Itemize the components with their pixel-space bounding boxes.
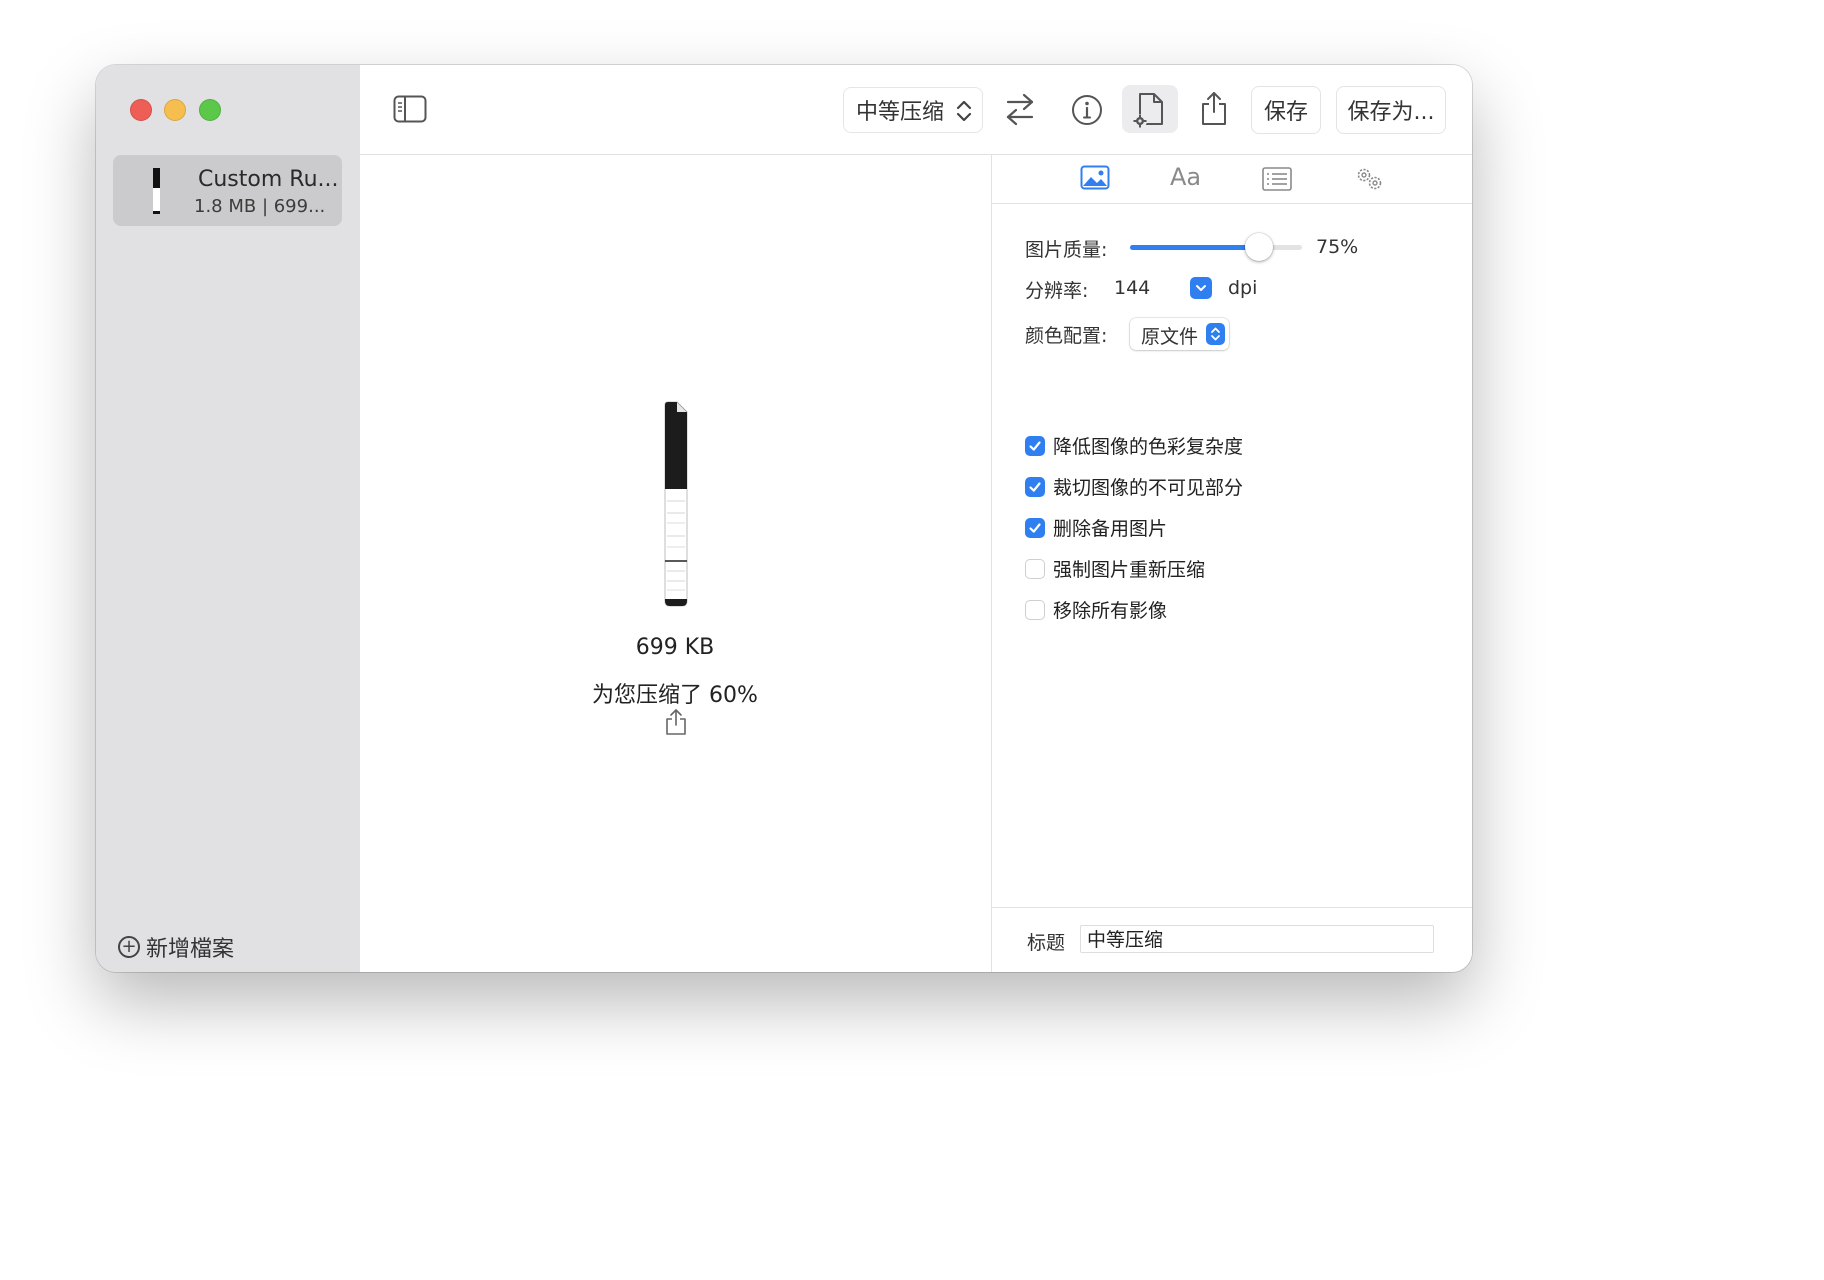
resolution-field[interactable]: 144	[1114, 277, 1150, 299]
preset-label: 中等压缩	[856, 100, 945, 125]
option-force-recompress[interactable]: 强制图片重新压缩	[1025, 555, 1205, 582]
checkbox[interactable]	[1025, 599, 1045, 620]
option-delete-alternate-images[interactable]: 删除备用图片	[1025, 514, 1167, 541]
document-gear-icon	[1130, 90, 1170, 134]
color-profile-value: 原文件	[1141, 326, 1199, 348]
option-label: 移除所有影像	[1053, 600, 1168, 622]
file-name: Custom Ru...	[198, 167, 339, 192]
image-quality-slider[interactable]	[1130, 233, 1302, 261]
inspector-tabs: Aa	[992, 155, 1472, 204]
resolution-unit: dpi	[1228, 277, 1258, 299]
checkmark-icon	[1029, 522, 1041, 533]
slider-fill	[1130, 245, 1259, 250]
image-quality-label: 图片质量:	[1025, 239, 1108, 261]
option-label: 降低图像的色彩复杂度	[1053, 436, 1244, 458]
slider-knob[interactable]	[1245, 233, 1273, 261]
share-icon[interactable]	[1200, 90, 1228, 130]
text-list-icon	[1262, 167, 1292, 191]
checkbox[interactable]	[1025, 558, 1045, 579]
checkbox[interactable]	[1025, 435, 1045, 456]
checkmark-icon	[1029, 481, 1041, 492]
document-preview	[664, 401, 688, 607]
compression-saving-text: 为您压缩了 60%	[592, 683, 758, 708]
save-as-button[interactable]: 保存为...	[1336, 86, 1446, 134]
document-thumbnail-icon	[152, 168, 160, 214]
inspector-panel: Aa 图片质量: 75% 分辨率: 144 dpi 颜色配置: 原文件 降低图像…	[991, 155, 1472, 972]
tab-advanced[interactable]	[1354, 166, 1384, 196]
compressed-size: 699 KB	[635, 635, 715, 660]
up-down-chevron-icon	[1206, 323, 1225, 345]
save-button[interactable]: 保存	[1251, 86, 1321, 134]
tab-text[interactable]: Aa	[1170, 163, 1201, 191]
resolution-dropdown[interactable]	[1190, 277, 1212, 299]
checkbox[interactable]	[1025, 476, 1045, 497]
option-label: 删除备用图片	[1053, 518, 1168, 540]
compression-preset-popup[interactable]: 中等压缩	[843, 87, 983, 133]
minimize-window-button[interactable]	[164, 99, 186, 121]
toolbar: 中等压缩 保存 保存为...	[360, 65, 1472, 155]
option-label: 强制图片重新压缩	[1053, 559, 1206, 581]
tab-list[interactable]	[1262, 167, 1292, 195]
close-window-button[interactable]	[130, 99, 152, 121]
file-meta: 1.8 MB | 699...	[194, 196, 326, 217]
title-input[interactable]: 中等压缩	[1080, 925, 1434, 953]
add-file-button[interactable]: + 新增檔案	[118, 931, 234, 963]
info-icon[interactable]	[1071, 94, 1103, 130]
zoom-window-button[interactable]	[199, 99, 221, 121]
resolution-label: 分辨率:	[1025, 280, 1089, 302]
image-quality-value: 75%	[1316, 236, 1359, 258]
inspector-footer: 标题 中等压缩	[992, 907, 1472, 972]
sidebar: Custom Ru... 1.8 MB | 699... + 新增檔案	[96, 65, 361, 972]
preview-area: 699 KB 为您压缩了 60%	[360, 155, 990, 972]
image-icon	[1080, 165, 1110, 190]
checkmark-icon	[1029, 440, 1041, 451]
color-profile-popup[interactable]: 原文件	[1130, 318, 1229, 350]
checkbox[interactable]	[1025, 517, 1045, 538]
sidebar-file-item[interactable]: Custom Ru... 1.8 MB | 699...	[113, 155, 342, 226]
app-window: Custom Ru... 1.8 MB | 699... + 新增檔案 中等压缩	[96, 65, 1472, 972]
swap-arrows-icon[interactable]	[1004, 92, 1036, 130]
chevron-down-icon	[1196, 285, 1206, 291]
gears-icon	[1357, 168, 1382, 190]
add-file-label: 新增檔案	[146, 937, 235, 962]
title-label: 标题	[1027, 932, 1066, 954]
option-crop-invisible[interactable]: 裁切图像的不可见部分	[1025, 473, 1243, 500]
share-icon[interactable]	[665, 708, 687, 740]
option-label: 裁切图像的不可见部分	[1053, 477, 1244, 499]
option-remove-all-images[interactable]: 移除所有影像	[1025, 596, 1167, 623]
sidebar-toggle-icon[interactable]	[393, 95, 427, 127]
plus-circle-icon: +	[118, 936, 140, 958]
up-down-chevron-icon	[956, 98, 972, 128]
tab-image[interactable]	[1080, 165, 1110, 195]
color-profile-label: 颜色配置:	[1025, 325, 1108, 347]
option-reduce-color-complexity[interactable]: 降低图像的色彩复杂度	[1025, 432, 1243, 459]
